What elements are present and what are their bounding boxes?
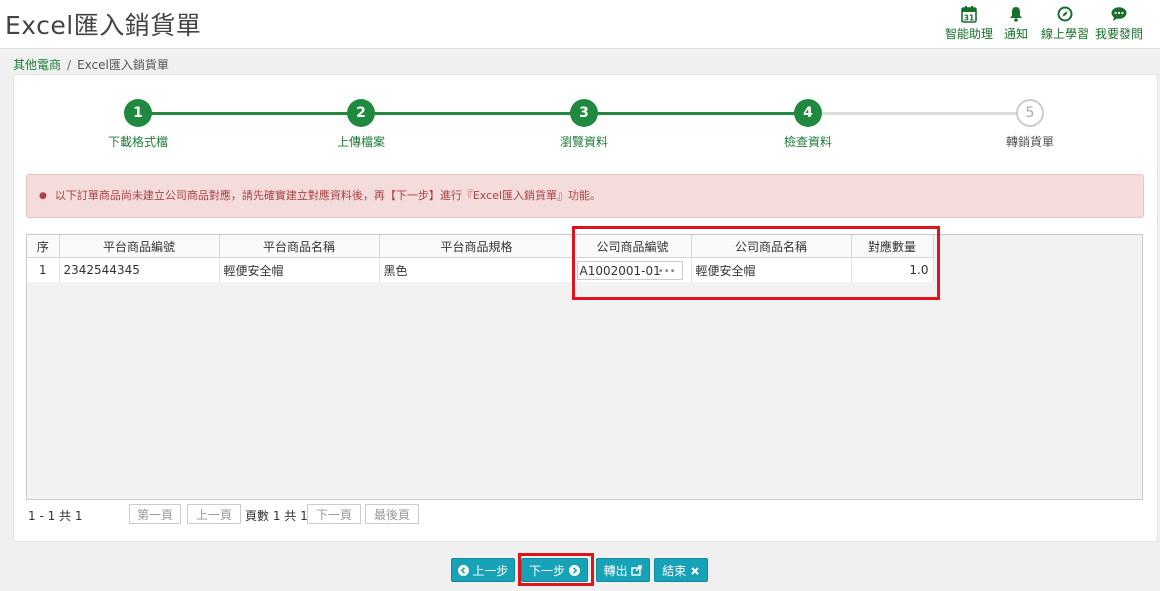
top-bar: Excel匯入銷貨單 31 智能助理 通知 線上學習 我要發問 [0,0,1160,49]
chevron-right-circle-icon [568,560,580,584]
column-header-platform-name[interactable]: 平台商品名稱 [219,235,380,258]
breadcrumb: 其他電商 / Excel匯入銷貨單 [13,56,169,73]
step-5: 5 轉銷貨單 [970,99,1090,150]
main-panel: 1 下載格式檔 2 上傳檔案 3 瀏覽資料 4 檢查資料 5 轉銷貨單 ● 以下訂… [13,74,1158,542]
tool-online-learning[interactable]: 線上學習 [1040,6,1090,42]
finish-button[interactable]: 結束 [654,558,708,582]
column-header-company-name[interactable]: 公司商品名稱 [691,235,852,258]
column-header-qty[interactable]: 對應數量 [851,235,934,258]
last-page-button[interactable]: 最後頁 [365,504,419,524]
step-3: 3 瀏覽資料 [524,99,644,150]
step-2: 2 上傳檔案 [301,99,421,150]
tool-label: 智能助理 [944,27,993,41]
first-page-button[interactable]: 第一頁 [129,504,181,524]
breadcrumb-link-other-ecommerce[interactable]: 其他電商 [13,58,61,72]
company-code-picker[interactable]: A1002001-01 ••• [576,260,683,281]
step-number: 2 [347,99,375,127]
export-label: 轉出 [603,564,628,578]
previous-step-label: 上一步 [472,564,509,578]
step-label: 下載格式檔 [107,135,168,149]
cell-platform-spec: 黑色 [379,257,575,282]
step-4: 4 檢查資料 [748,99,868,150]
table-header-row: 序 平台商品編號 平台商品名稱 平台商品規格 公司商品編號 公司商品名稱 對應數… [27,235,934,258]
column-header-platform-spec[interactable]: 平台商品規格 [379,235,575,258]
next-page-button[interactable]: 下一頁 [307,504,361,524]
table-row[interactable]: 1 2342544345 輕便安全帽 黑色 A1002001-01 ••• 輕便安… [27,257,934,282]
pager-summary: 1 - 1 共 1 [28,509,83,523]
cell-platform-code: 2342544345 [59,257,220,282]
step-number: 5 [1016,99,1044,127]
tool-label: 我要發問 [1094,27,1143,41]
stepper-line-done [138,112,808,115]
step-label: 上傳檔案 [336,135,385,149]
header-tools: 31 智能助理 通知 線上學習 我要發問 [944,6,1154,42]
next-step-label: 下一步 [529,564,566,578]
tool-notifications[interactable]: 通知 [1002,6,1030,42]
previous-step-button[interactable]: 上一步 [451,558,515,582]
cell-seq: 1 [27,257,60,282]
cell-qty: 1.0 [851,257,934,282]
step-label: 檢查資料 [783,135,832,149]
calendar-31-icon: 31 [944,6,994,24]
bullet-icon: ● [39,191,47,201]
chevron-left-circle-icon [457,560,469,584]
next-step-button[interactable]: 下一步 [521,558,588,582]
warning-alert: ● 以下訂單商品尚未建立公司商品對應，請先確實建立對應資料後，再【下一步】進行『E… [26,174,1144,218]
step-1: 1 下載格式檔 [78,99,198,150]
company-code-value: A1002001-01 [579,263,661,278]
step-number: 1 [124,99,152,127]
svg-text:31: 31 [964,14,974,23]
breadcrumb-current: Excel匯入銷貨單 [77,58,169,72]
cell-company-code: A1002001-01 ••• [574,257,692,282]
step-number: 3 [570,99,598,127]
tool-smart-assistant[interactable]: 31 智能助理 [944,6,994,42]
column-header-seq[interactable]: 序 [27,235,60,258]
step-label: 瀏覽資料 [559,135,608,149]
prev-page-button[interactable]: 上一頁 [187,504,241,524]
tool-label: 線上學習 [1040,27,1089,41]
tool-ask-question[interactable]: 我要發問 [1094,6,1144,42]
alert-message: 以下訂單商品尚未建立公司商品對應，請先確實建立對應資料後，再【下一步】進行『Ex… [54,189,601,202]
step-number: 4 [794,99,822,127]
export-button[interactable]: 轉出 [596,558,650,582]
page-info: 頁數 1 共 1 [245,509,308,523]
export-icon [631,560,643,584]
cell-platform-name: 輕便安全帽 [219,257,380,282]
bell-icon [1002,6,1030,24]
tool-label: 通知 [1003,27,1028,41]
close-icon [690,560,700,584]
step-label: 轉銷貨單 [1005,135,1054,149]
chat-bubble-icon [1094,6,1144,24]
cell-company-name: 輕便安全帽 [691,257,852,282]
column-header-company-code[interactable]: 公司商品編號 [574,235,692,258]
compass-icon [1040,6,1090,24]
mapping-table: 序 平台商品編號 平台商品名稱 平台商品規格 公司商品編號 公司商品名稱 對應數… [27,235,934,282]
ellipsis-icon[interactable]: ••• [658,262,676,281]
mapping-grid: 序 平台商品編號 平台商品名稱 平台商品規格 公司商品編號 公司商品名稱 對應數… [26,234,1143,500]
page-title: Excel匯入銷貨單 [5,11,202,40]
finish-label: 結束 [662,564,687,578]
column-header-platform-code[interactable]: 平台商品編號 [59,235,220,258]
breadcrumb-separator: / [67,58,72,72]
